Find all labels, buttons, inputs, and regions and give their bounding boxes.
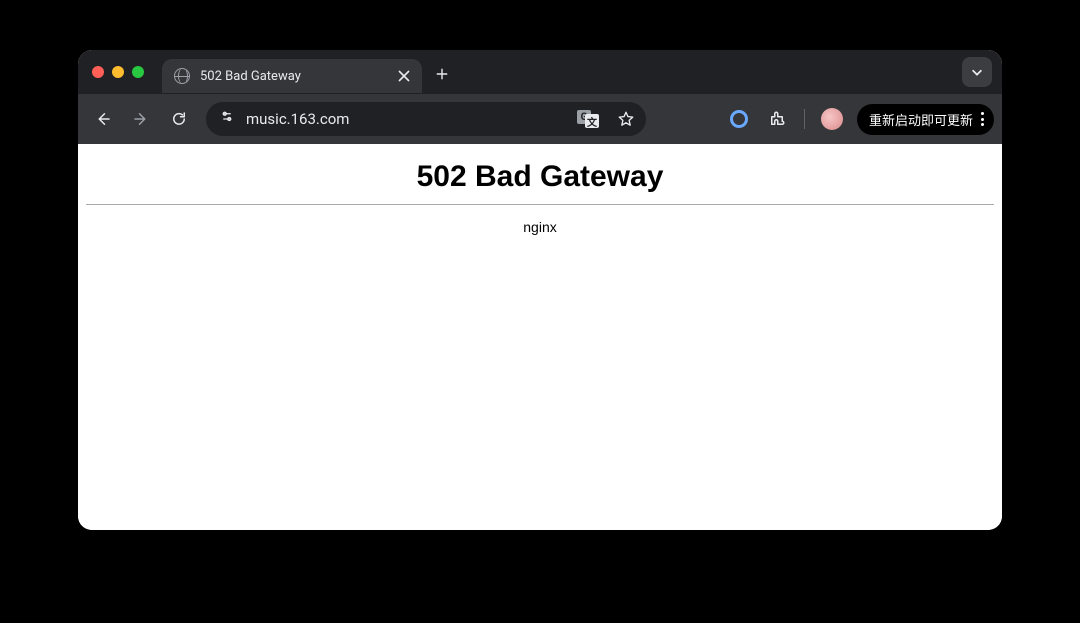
menu-icon — [979, 112, 986, 125]
tab-strip: 502 Bad Gateway — [78, 50, 1002, 94]
browser-window: 502 Bad Gateway — [78, 50, 1002, 530]
minimize-window-button[interactable] — [112, 66, 124, 78]
bookmark-button[interactable] — [612, 105, 640, 133]
site-settings-icon[interactable] — [218, 110, 236, 128]
extensions-button[interactable] — [760, 102, 794, 136]
update-label: 重新启动即可更新 — [869, 110, 973, 129]
toolbar: music.163.com G文 — [78, 94, 1002, 144]
circle-icon — [730, 110, 748, 128]
toolbar-right: 重新启动即可更新 — [722, 102, 994, 136]
new-tab-button[interactable] — [428, 60, 456, 88]
update-restart-button[interactable]: 重新启动即可更新 — [857, 104, 994, 135]
server-name: nginx — [86, 219, 994, 235]
close-window-button[interactable] — [92, 66, 104, 78]
opera-extension-icon[interactable] — [722, 102, 756, 136]
tab-title: 502 Bad Gateway — [200, 69, 386, 84]
forward-button[interactable] — [124, 102, 158, 136]
avatar-icon — [821, 108, 843, 130]
back-button[interactable] — [86, 102, 120, 136]
url-text: music.163.com — [246, 110, 564, 128]
page-content: 502 Bad Gateway nginx — [78, 144, 1002, 530]
translate-icon: G文 — [577, 110, 599, 128]
maximize-window-button[interactable] — [132, 66, 144, 78]
address-bar[interactable]: music.163.com G文 — [206, 102, 646, 136]
error-heading: 502 Bad Gateway — [86, 160, 994, 194]
window-controls — [92, 66, 144, 78]
browser-tab[interactable]: 502 Bad Gateway — [162, 59, 422, 93]
profile-button[interactable] — [815, 102, 849, 136]
tab-search-button[interactable] — [962, 57, 992, 87]
reload-button[interactable] — [162, 102, 196, 136]
close-tab-button[interactable] — [396, 68, 412, 84]
translate-button[interactable]: G文 — [574, 105, 602, 133]
globe-icon — [174, 68, 190, 84]
divider — [86, 204, 994, 205]
separator — [804, 109, 805, 129]
